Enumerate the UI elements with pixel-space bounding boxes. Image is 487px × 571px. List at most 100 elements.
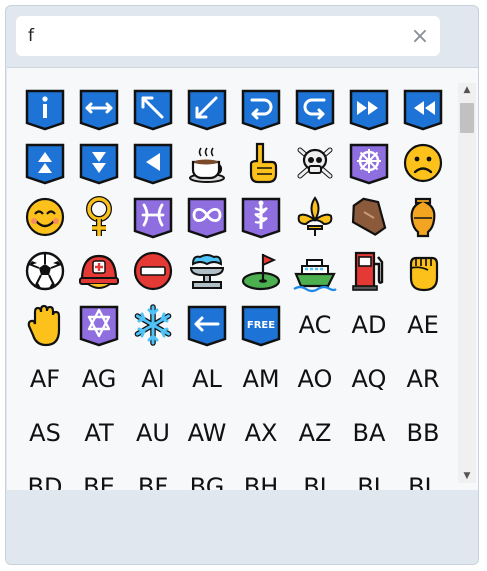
emoji-cell[interactable] <box>234 82 288 136</box>
emoji-cell[interactable] <box>72 298 126 352</box>
emoji-cell[interactable] <box>18 136 72 190</box>
emoji-cell[interactable] <box>396 82 450 136</box>
flag-code-label: BF <box>137 473 169 491</box>
flag-cell[interactable]: BE <box>72 460 126 490</box>
flag-code-label: BJ <box>357 473 381 491</box>
emoji-cell[interactable] <box>18 244 72 298</box>
rescue-helmet-icon <box>79 254 119 289</box>
flag-code-label: AT <box>84 419 114 447</box>
emoji-cell[interactable] <box>396 244 450 298</box>
flag-code-label: AM <box>242 365 280 393</box>
flag-cell[interactable]: AX <box>234 406 288 460</box>
flag-cell[interactable]: BG <box>180 460 234 491</box>
emoji-cell[interactable] <box>180 136 234 190</box>
flag-cell[interactable]: AU <box>126 406 180 460</box>
pisces-icon <box>133 197 173 239</box>
flag-cell[interactable]: BL <box>396 460 450 490</box>
emoji-cell[interactable] <box>72 82 126 136</box>
flag-cell[interactable]: BI <box>288 460 342 490</box>
no-entry-icon <box>133 251 173 291</box>
flag-code-label: AW <box>187 419 227 447</box>
flag-code-label: AL <box>192 365 222 393</box>
flag-cell[interactable]: BH <box>234 460 288 490</box>
flag-cell[interactable]: AT <box>72 406 126 460</box>
emoji-cell[interactable] <box>180 298 234 352</box>
flag-cell[interactable]: AM <box>234 352 288 406</box>
emoji-cell[interactable] <box>234 136 288 190</box>
ferry-icon <box>293 259 337 293</box>
emoji-cell[interactable] <box>126 82 180 136</box>
flag-code-label: AQ <box>351 365 387 393</box>
flag-cell[interactable]: AG <box>72 352 126 406</box>
up-left-arrow-icon <box>133 89 173 131</box>
emoji-cell[interactable] <box>342 136 396 190</box>
emoji-grid-area: FREE AC AD AE AF AG AI AL AM AO AQ AR AS AT AU AW AX AZ BA… <box>7 67 478 491</box>
flag-cell[interactable]: AF <box>18 352 72 406</box>
emoji-cell[interactable] <box>126 190 180 244</box>
scrollbar[interactable]: ▲ ▼ <box>458 83 476 483</box>
flag-cell[interactable]: AR <box>396 352 450 406</box>
raised-hand-icon <box>27 304 61 347</box>
left-arrow-icon <box>187 305 227 347</box>
emoji-cell[interactable] <box>288 190 342 244</box>
emoji-cell[interactable] <box>396 136 450 190</box>
emoji-cell[interactable] <box>180 190 234 244</box>
emoji-cell[interactable] <box>126 136 180 190</box>
emoji-cell[interactable] <box>180 82 234 136</box>
emoji-cell[interactable]: FREE <box>234 298 288 352</box>
flag-cell[interactable]: AQ <box>342 352 396 406</box>
emoji-cell[interactable] <box>288 136 342 190</box>
emoji-cell[interactable] <box>126 244 180 298</box>
flag-cell[interactable]: AL <box>180 352 234 406</box>
clear-search-button[interactable]: × <box>406 22 434 50</box>
emoji-cell[interactable] <box>288 82 342 136</box>
emoji-cell[interactable] <box>18 298 72 352</box>
flag-code-label: BA <box>352 419 386 447</box>
flag-cell[interactable]: AE <box>396 298 450 352</box>
scroll-up-arrow-icon[interactable]: ▲ <box>458 83 476 97</box>
skull-crossbones-icon <box>297 147 333 179</box>
flag-cell[interactable]: BD <box>18 460 72 491</box>
emoji-cell[interactable] <box>342 190 396 244</box>
hot-beverage-icon <box>189 147 225 183</box>
flag-code-label: AR <box>406 365 440 393</box>
flag-cell[interactable]: AC <box>288 298 342 352</box>
emoji-cell[interactable] <box>234 190 288 244</box>
flag-cell[interactable]: BF <box>126 460 180 491</box>
emoji-cell[interactable] <box>342 82 396 136</box>
emoji-cell[interactable] <box>18 82 72 136</box>
flag-code-label: BD <box>27 473 63 491</box>
flag-cell[interactable]: AD <box>342 298 396 352</box>
flag-code-label: AO <box>297 365 333 393</box>
preview-footer <box>6 490 478 564</box>
emoji-cell[interactable] <box>72 244 126 298</box>
emoji-cell[interactable] <box>126 298 180 352</box>
emoji-cell[interactable] <box>72 136 126 190</box>
scroll-down-arrow-icon[interactable]: ▼ <box>458 469 476 483</box>
fuel-pump-icon <box>352 251 384 291</box>
right-arrow-curving-left-icon <box>241 89 281 131</box>
flag-cell[interactable]: BB <box>396 406 450 460</box>
search-input[interactable] <box>16 16 396 56</box>
flag-cell[interactable]: AO <box>288 352 342 406</box>
flag-cell[interactable]: AW <box>180 406 234 460</box>
scroll-thumb[interactable] <box>460 103 474 133</box>
emoji-cell[interactable] <box>18 190 72 244</box>
fast-down-icon <box>79 143 119 185</box>
flag-code-label: AC <box>298 311 332 339</box>
emoji-cell[interactable] <box>288 244 342 298</box>
left-right-arrow-icon <box>79 89 119 131</box>
flag-code-label: BG <box>189 473 225 491</box>
flag-cell[interactable]: AZ <box>288 406 342 460</box>
emoji-cell[interactable] <box>234 244 288 298</box>
emoji-cell[interactable] <box>72 190 126 244</box>
flag-cell[interactable]: BA <box>342 406 396 460</box>
emoji-cell[interactable] <box>396 190 450 244</box>
emoji-cell[interactable] <box>180 244 234 298</box>
flag-cell[interactable]: AS <box>18 406 72 460</box>
emoji-cell[interactable] <box>342 244 396 298</box>
flag-code-label: AI <box>141 365 165 393</box>
flag-cell[interactable]: AI <box>126 352 180 406</box>
flag-cell[interactable]: BJ <box>342 460 396 491</box>
flag-code-label: AE <box>407 311 439 339</box>
